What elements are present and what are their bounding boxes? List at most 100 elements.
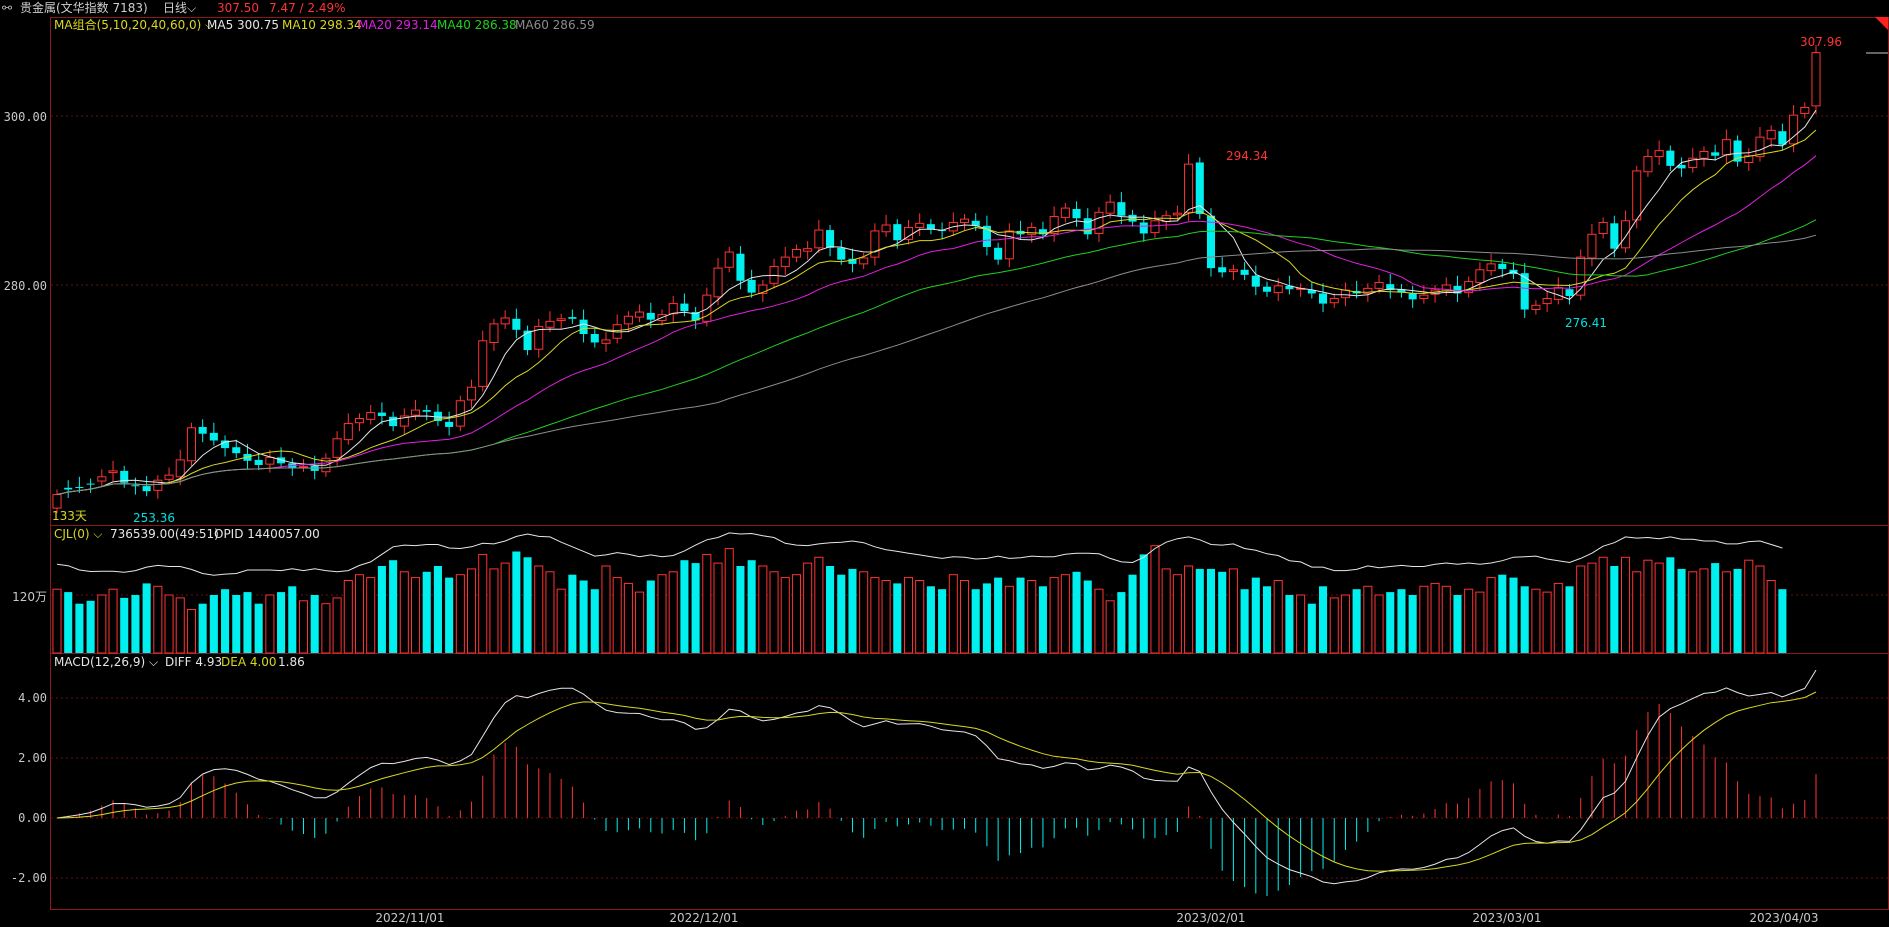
candle-body-up: [1329, 298, 1339, 304]
volume-bar-up: [1441, 585, 1451, 654]
candle-body-down: [1139, 222, 1148, 234]
candle-body-down: [445, 421, 454, 427]
candle-body-up: [881, 224, 891, 233]
candle-body-up: [601, 339, 611, 344]
candle-body-down: [994, 247, 1003, 260]
volume-bar-up: [1374, 594, 1384, 654]
volume-bar-down: [646, 580, 655, 653]
candle-body-up: [1228, 269, 1238, 272]
volume-bar-up: [1766, 580, 1776, 654]
candle-body-up: [1542, 298, 1552, 305]
macd-indicator-label[interactable]: MACD(12,26,9) ⌵: [54, 655, 158, 669]
volume-bar-up: [1542, 591, 1552, 654]
volume-bar-down: [1195, 568, 1204, 653]
volume-indicator-label[interactable]: CJL(0) ⌵: [54, 527, 103, 541]
volume-bar-up: [1598, 556, 1608, 654]
volume-bar-up: [635, 591, 645, 654]
volume-bar-up: [1475, 591, 1485, 654]
corner-marker-icon: [1875, 17, 1888, 30]
ma20-line: [56, 155, 1817, 496]
volume-bar-up: [1273, 580, 1283, 654]
volume-bar-up: [1340, 594, 1350, 654]
volume-bar-down: [1240, 589, 1249, 653]
volume-bar-down: [1509, 577, 1518, 653]
candle-body-down: [1262, 286, 1272, 292]
candle-body-down: [1666, 150, 1675, 166]
volume-bar-down: [982, 583, 991, 653]
candle-body-up: [1172, 212, 1182, 216]
volume-bar-down: [568, 574, 577, 653]
volume-bar-up: [1721, 571, 1731, 654]
candle-body-down: [579, 319, 588, 335]
candle-body-down: [86, 483, 95, 485]
macd-layer: [56, 669, 1817, 897]
price-chart[interactable]: 300.00 280.00 120万 4.00 2.00 0.00 -2.00 …: [0, 0, 1889, 927]
volume-bar-up: [1621, 556, 1631, 654]
volume-bar-down: [1218, 571, 1227, 653]
volume-bar-down: [848, 568, 857, 653]
volume-bar-down: [1565, 586, 1574, 653]
candle-body-down: [209, 432, 218, 441]
volume-bar-up: [1553, 582, 1563, 654]
candle-body-up: [1094, 211, 1104, 234]
volume-bar-down: [1262, 586, 1272, 653]
candle-body-down: [1498, 263, 1507, 269]
candle-body-down: [590, 334, 599, 343]
macd-value: 1.86: [278, 655, 305, 669]
volume-bar-up: [1329, 597, 1339, 654]
candle-body-down: [1408, 293, 1417, 300]
candle-body-up: [1531, 304, 1541, 311]
volume-bar-down: [277, 592, 286, 653]
candle-body-up: [959, 218, 970, 223]
volume-bar-up: [1296, 594, 1306, 654]
volume-bar-up: [1486, 577, 1496, 654]
volume-bar-down: [1733, 568, 1742, 653]
volume-bar-down: [1352, 589, 1361, 653]
volume-bar-down: [1778, 589, 1787, 653]
volume-bar-up: [1094, 588, 1104, 654]
volume-bar-up: [410, 577, 421, 654]
ma-indicator-label[interactable]: MA组合(5,10,20,40,60,0) ⌵: [54, 17, 214, 32]
volume-bar-up: [1184, 565, 1194, 654]
volume-bar-up: [1150, 545, 1160, 654]
candle-body-down: [1778, 131, 1787, 145]
date-label-apr: 2023/04/03: [1749, 911, 1818, 925]
candle-body-up: [1060, 207, 1070, 218]
volume-bar-down: [221, 589, 230, 653]
candle-body-down: [198, 426, 207, 434]
candle-body-up: [1150, 220, 1160, 234]
candle-body-up: [1643, 156, 1653, 173]
candle-body-down: [1240, 269, 1249, 275]
volume-bar-down: [1083, 580, 1092, 653]
volume-bar-up: [153, 585, 163, 654]
candle-body-down: [893, 224, 902, 241]
candle-body-up: [478, 340, 488, 387]
candle-body-up: [791, 249, 801, 258]
volume-bar-down: [1251, 577, 1260, 653]
volume-bar-up: [186, 609, 196, 654]
macd-tick-0: 0.00: [18, 811, 47, 825]
volume-bar-down: [747, 560, 756, 653]
volume-bar-up: [814, 556, 824, 654]
candle-body-up: [410, 409, 421, 416]
volume-bar-down: [1397, 589, 1406, 653]
macd-tick-2: 2.00: [18, 751, 47, 765]
candle-body-up: [1598, 221, 1608, 234]
volume-bar-up: [601, 565, 611, 654]
volume-bar-up: [769, 571, 779, 654]
candle-body-down: [523, 330, 532, 351]
candle-body-down: [1610, 223, 1619, 249]
volume-bar-down: [310, 595, 319, 653]
candle-body-up: [1184, 163, 1194, 213]
candle-body-up: [1632, 170, 1642, 221]
chevron-down-icon: ⌵: [145, 655, 158, 669]
ma10-line: [56, 129, 1817, 496]
volume-bar-up: [791, 574, 801, 654]
volume-bar-up: [175, 597, 185, 654]
volume-bar-down: [209, 595, 218, 653]
candle-body-up: [769, 265, 779, 284]
candle-body-down: [512, 318, 521, 330]
volume-bar-down: [445, 577, 454, 653]
volume-bar-up: [713, 562, 723, 654]
candle-body-up: [164, 474, 174, 480]
